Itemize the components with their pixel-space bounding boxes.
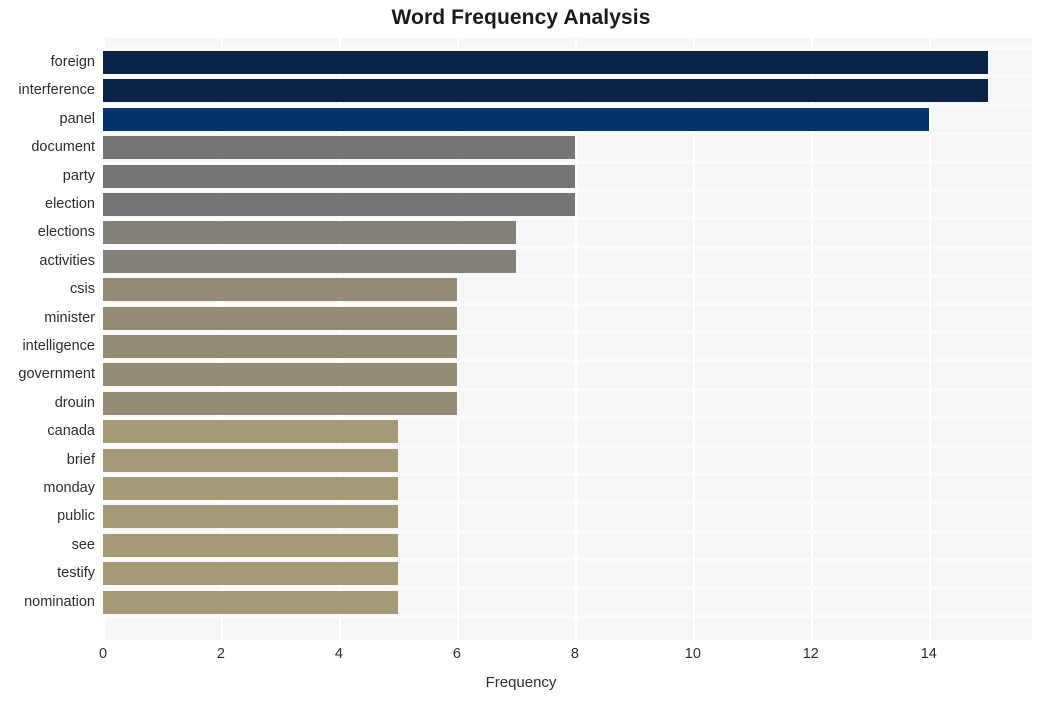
y-axis-tick-label: panel (59, 110, 95, 127)
y-axis-tick-labels: foreign interference panel document party ele… (0, 38, 1042, 640)
y-axis-tick-label: see (71, 536, 95, 553)
y-axis-tick-label: interference (18, 82, 95, 99)
y-axis-tick-label: activities (39, 252, 95, 269)
y-axis-tick-label: monday (43, 480, 95, 496)
y-axis-tick-label: testify (57, 565, 95, 582)
y-axis-tick-label: party (62, 167, 95, 184)
y-axis-tick-label: csis (70, 281, 95, 298)
chart-figure: Word Frequency Analysis foreign interfere… (0, 0, 1042, 701)
y-axis-tick-label: nomination (24, 593, 95, 610)
chart-title: Word Frequency Analysis (391, 6, 651, 29)
x-axis-label: Frequency (485, 674, 557, 691)
y-axis-tick-label: drouin (54, 394, 95, 411)
y-axis-tick-label: election (45, 196, 95, 212)
x-axis-tick-label: 10 (684, 646, 701, 662)
x-axis-tick-label: 2 (216, 646, 225, 662)
x-axis-tick-labels: 0 2 4 6 8 10 12 14 (0, 646, 1042, 668)
y-axis-tick-label: public (57, 508, 95, 525)
y-axis-tick-label: foreign (50, 54, 95, 70)
x-axis-tick-label: 12 (802, 646, 819, 662)
x-axis-tick-label: 6 (452, 646, 461, 662)
y-axis-tick-label: canada (47, 423, 95, 440)
y-axis-tick-label: government (18, 366, 95, 383)
x-axis-tick-label: 8 (570, 646, 579, 662)
x-axis-tick-label: 4 (334, 646, 343, 662)
x-axis-tick-label: 0 (98, 646, 108, 662)
y-axis-tick-label: document (31, 139, 95, 156)
y-axis-tick-label: intelligence (22, 338, 95, 354)
y-axis-tick-label: brief (66, 451, 95, 468)
y-axis-tick-label: elections (37, 224, 95, 241)
x-axis-tick-label: 14 (920, 646, 937, 662)
y-axis-tick-label: minister (44, 309, 95, 326)
